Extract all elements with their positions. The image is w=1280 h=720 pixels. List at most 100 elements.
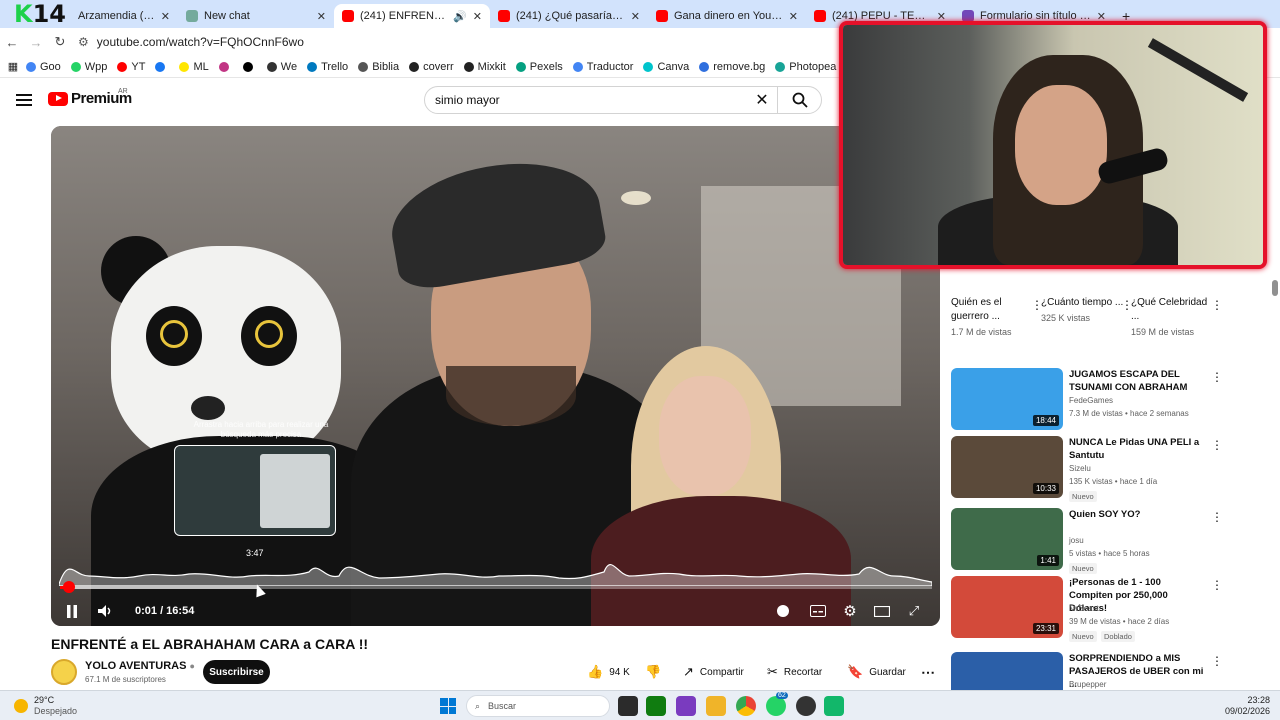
reload-icon[interactable]: ↻ — [48, 34, 72, 50]
seek-bar[interactable] — [60, 581, 932, 593]
search-box[interactable]: simio mayor ✕ — [424, 86, 822, 114]
short-item[interactable]: Quién es el guerrero ... 1.7 M de vistas ⋮ — [951, 296, 1043, 337]
url-field[interactable]: ⚙ youtube.com/watch?v=FQhOCnnF6wo — [78, 35, 304, 49]
bookmark-favicon-icon — [266, 61, 277, 72]
bookmark-item[interactable]: Mixkit — [463, 61, 506, 73]
forward-icon[interactable]: → — [24, 35, 48, 50]
more-vertical-icon[interactable]: ⋮ — [1211, 370, 1223, 384]
recommended-video[interactable]: 1:41 Quien SOY YO? josu 5 vistas • hace 5 h… — [951, 508, 1241, 574]
close-tab-icon[interactable]: ✕ — [317, 10, 326, 23]
bookmark-item[interactable]: Canva — [643, 61, 689, 73]
bookmark-item[interactable]: Photopea — [775, 61, 836, 73]
chrome-icon[interactable] — [736, 696, 756, 716]
weather-widget[interactable]: 29°C Despejado — [14, 695, 77, 717]
system-clock[interactable]: 23:28 09/02/2026 — [1225, 695, 1270, 717]
channel-name[interactable]: josu — [1069, 536, 1084, 545]
more-vertical-icon[interactable]: ⋮ — [1211, 654, 1223, 668]
site-info-icon[interactable]: ⚙ — [78, 35, 89, 49]
bookmark-item[interactable]: Goo — [26, 61, 61, 73]
seek-hint-text: Arrastra hacia arriba para realizar una … — [193, 420, 329, 439]
subscribe-button[interactable]: Suscribirse — [203, 660, 270, 684]
bookmark-item[interactable]: YT — [117, 61, 145, 73]
channel-name[interactable]: YOLO AVENTURAS ● — [85, 660, 195, 672]
seek-scrubber-handle[interactable] — [62, 581, 75, 593]
bookmark-item[interactable]: Trello — [307, 61, 348, 73]
close-tab-icon[interactable]: ✕ — [161, 10, 170, 23]
recommended-video[interactable]: 18:44 JUGAMOS ESCAPA DEL TSUNAMI CON ABRA… — [951, 368, 1241, 430]
clear-search-icon[interactable]: ✕ — [747, 90, 777, 110]
app-icon[interactable] — [824, 696, 844, 716]
channel-name[interactable]: MrBeast — [1069, 604, 1099, 613]
search-button[interactable] — [777, 87, 821, 113]
short-item[interactable]: ¿Cuánto tiempo ... 325 K vistas ⋮ — [1041, 296, 1133, 323]
podcast-app-icon[interactable] — [676, 696, 696, 716]
obs-icon[interactable] — [796, 696, 816, 716]
video-thumbnail[interactable]: 18:44 — [951, 368, 1063, 430]
apps-grid-icon[interactable]: ▦ — [0, 60, 26, 73]
bookmark-item[interactable]: Pexels — [515, 61, 563, 73]
clip-button[interactable]: ✂ Recortar — [767, 660, 822, 684]
autoplay-toggle[interactable] — [773, 600, 793, 622]
more-vertical-icon[interactable]: ⋮ — [1211, 298, 1223, 312]
tab-enfrente-active[interactable]: (241) ENFRENTÉ a EL ABRA 🔊 ✕ — [334, 4, 490, 28]
windows-start-button[interactable] — [440, 698, 456, 714]
video-thumbnail[interactable]: 23:31 — [951, 576, 1063, 638]
video-player[interactable]: Arrastra hacia arriba para realizar una … — [51, 126, 940, 626]
close-tab-icon[interactable]: ✕ — [631, 10, 640, 23]
bookmark-item[interactable]: We — [266, 61, 297, 73]
close-tab-icon[interactable]: ✕ — [473, 10, 482, 23]
theater-mode-button[interactable] — [871, 600, 893, 622]
fullscreen-button[interactable]: ⤢ — [903, 600, 925, 622]
close-tab-icon[interactable]: ✕ — [789, 10, 798, 23]
xbox-icon[interactable] — [646, 696, 666, 716]
recommended-video[interactable]: 10:33 NUNCA Le Pidas UNA PELI a Santutu Si… — [951, 436, 1241, 502]
channel-name[interactable]: FedeGames — [1069, 396, 1113, 405]
tab-gana-dinero[interactable]: Gana dinero en YouTube - You ✕ — [648, 4, 806, 28]
youtube-premium-logo[interactable]: Premium AR — [48, 88, 132, 107]
settings-button[interactable]: ⚙ — [839, 600, 861, 622]
file-explorer-icon[interactable] — [706, 696, 726, 716]
bookmark-item[interactable]: ML — [179, 61, 209, 73]
more-vertical-icon[interactable]: ⋮ — [1211, 510, 1223, 524]
bookmark-item[interactable]: Biblia — [358, 61, 399, 73]
video-title[interactable]: NUNCA Le Pidas UNA PELI a Santutu — [1069, 436, 1207, 462]
video-title[interactable]: JUGAMOS ESCAPA DEL TSUNAMI CON ABRAHAM — [1069, 368, 1207, 394]
tab-new-chat[interactable]: New chat ✕ — [178, 4, 334, 28]
video-thumbnail[interactable]: 1:41 — [951, 508, 1063, 570]
dislike-button[interactable]: 👎 — [645, 660, 667, 684]
like-button[interactable]: 👍 94 K — [587, 660, 630, 684]
like-count: 94 K — [609, 666, 630, 678]
more-vertical-icon[interactable]: ⋮ — [1211, 578, 1223, 592]
bookmark-item[interactable] — [242, 61, 257, 72]
more-vertical-icon[interactable]: ⋮ — [1211, 438, 1223, 452]
more-actions-button[interactable]: ⋯ — [921, 660, 935, 684]
task-view-icon[interactable] — [618, 696, 638, 716]
bookmark-item[interactable] — [155, 61, 169, 72]
search-input[interactable]: simio mayor — [435, 93, 747, 107]
subtitles-button[interactable] — [807, 600, 829, 622]
taskbar-search[interactable]: ⌕ Buscar — [466, 695, 610, 717]
channel-name[interactable]: Brupepper — [1069, 680, 1106, 689]
tab-que-pasaria[interactable]: (241) ¿Qué pasaría si te casas c ✕ — [490, 4, 648, 28]
bookmark-item[interactable]: remove.bg — [699, 61, 765, 73]
channel-avatar[interactable] — [51, 659, 77, 685]
page-scrollbar[interactable] — [1272, 280, 1278, 296]
bookmark-item[interactable] — [218, 61, 233, 72]
short-item[interactable]: ¿Qué Celebridad ... 159 M de vistas ⋮ — [1131, 296, 1223, 337]
tab-arzamendia[interactable]: Arzamendia (@david.ale... ✕ — [70, 4, 178, 28]
bookmark-item[interactable]: Traductor — [572, 61, 633, 73]
save-button[interactable]: 🔖 Guardar — [847, 660, 906, 684]
back-icon[interactable]: ← — [0, 35, 24, 50]
bookmark-item[interactable]: Wpp — [70, 61, 107, 73]
video-title[interactable]: Quien SOY YO? — [1069, 508, 1207, 521]
video-thumbnail[interactable]: 10:33 — [951, 436, 1063, 498]
mute-button[interactable] — [95, 600, 115, 622]
bookmark-item[interactable]: coverr — [409, 61, 454, 73]
share-button[interactable]: ↗ Compartir — [683, 660, 744, 684]
channel-name[interactable]: Sizelu — [1069, 464, 1091, 473]
pause-button[interactable] — [63, 600, 81, 622]
seek-preview-thumbnail — [174, 445, 336, 536]
hamburger-menu-icon[interactable] — [16, 91, 32, 109]
whatsapp-icon[interactable]: 62 — [766, 692, 788, 716]
recommended-video[interactable]: 23:31 ¡Personas de 1 - 100 Compiten por 2… — [951, 576, 1241, 642]
